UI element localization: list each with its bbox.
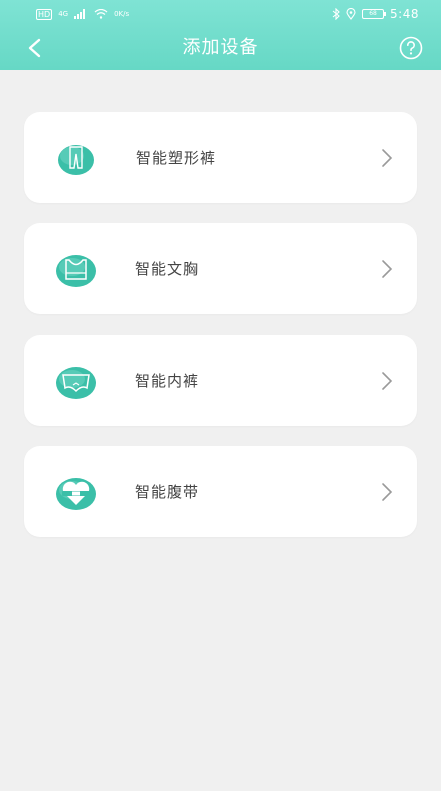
battery-level: 68 [369, 10, 377, 17]
underwear-icon [56, 367, 96, 399]
shaping-pants-icon [58, 145, 94, 175]
network-speed: 0K/s [114, 10, 130, 18]
status-bar: HD 4G 0K/s 68 5:48 [0, 0, 441, 28]
belly-band-icon [56, 478, 96, 510]
device-label: 智能腹带 [135, 483, 200, 501]
signal-icon [74, 9, 86, 19]
bra-icon [56, 255, 96, 287]
signal-label: 4G [58, 10, 69, 18]
chevron-right-icon [382, 149, 393, 167]
device-label: 智能塑形裤 [136, 149, 217, 167]
bluetooth-icon [332, 8, 340, 20]
device-card-underwear[interactable]: 智能内裤 [24, 335, 417, 426]
chevron-right-icon [382, 372, 393, 390]
chevron-right-icon [382, 260, 393, 278]
status-bar-right: 68 5:48 [332, 7, 419, 21]
page-title: 添加设备 [182, 37, 259, 58]
device-label: 智能内裤 [135, 372, 200, 390]
device-card-shaping-pants[interactable]: 智能塑形裤 [24, 112, 417, 203]
hd-badge: HD [36, 8, 53, 20]
location-icon [346, 8, 356, 20]
clock: 5:48 [390, 7, 419, 21]
status-bar-left: HD 4G 0K/s [36, 8, 130, 20]
chevron-right-icon [382, 483, 393, 501]
device-card-belly-band[interactable]: 智能腹带 [24, 446, 417, 537]
nav-bar: 添加设备 [0, 28, 441, 70]
help-icon[interactable] [399, 36, 423, 60]
app-header: HD 4G 0K/s 68 5:48 添加设备 [0, 0, 441, 70]
device-label: 智能文胸 [135, 260, 200, 278]
device-card-bra[interactable]: 智能文胸 [24, 223, 417, 314]
wifi-icon [94, 9, 108, 19]
battery-icon: 68 [362, 9, 387, 19]
